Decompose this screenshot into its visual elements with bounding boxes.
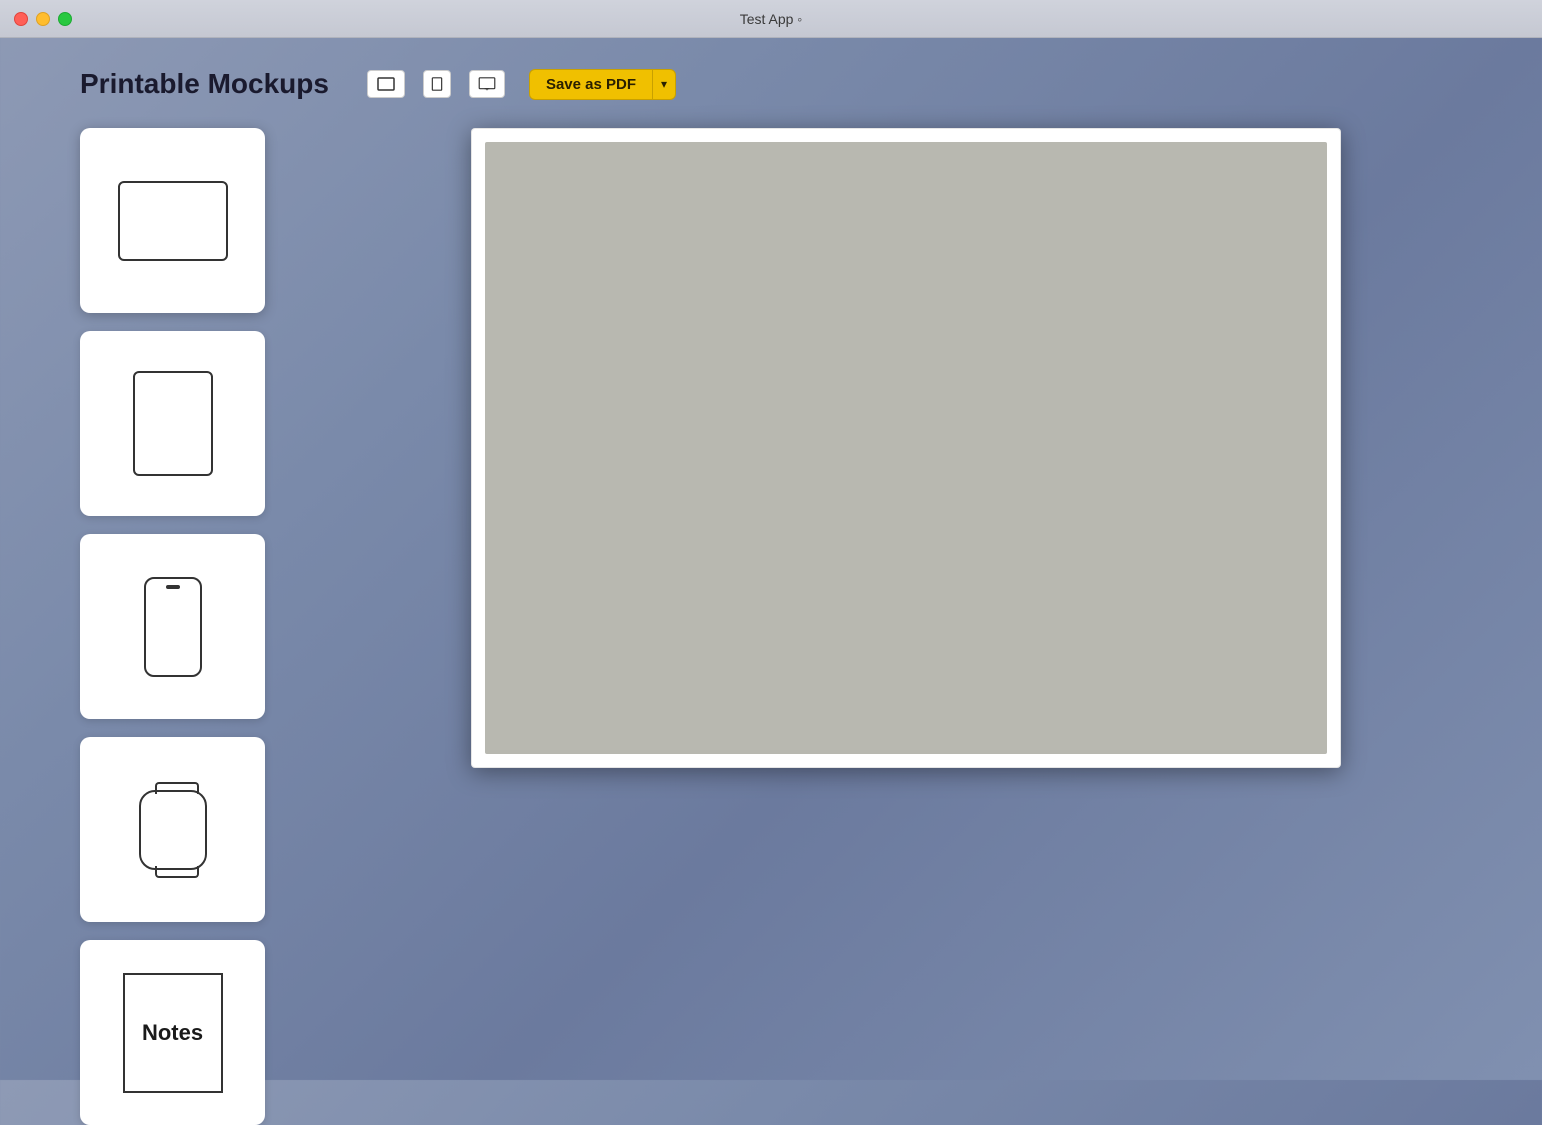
main-content: Printable Mockups Save as PDF ▾ [0, 38, 1542, 1080]
preview-canvas [485, 142, 1327, 754]
tablet-portrait-icon [133, 371, 213, 476]
sidebar-item-notes[interactable]: Notes [80, 940, 265, 1125]
save-pdf-dropdown-button[interactable]: ▾ [652, 69, 676, 100]
page-title: Printable Mockups [80, 68, 329, 100]
sidebar-item-phone[interactable] [80, 534, 265, 719]
close-button[interactable] [14, 12, 28, 26]
phone-icon [144, 577, 202, 677]
window-controls [14, 12, 72, 26]
preview-frame [471, 128, 1341, 768]
title-bar: Test App ◦ [0, 0, 1542, 38]
header-row: Printable Mockups Save as PDF ▾ [80, 68, 1502, 100]
sidebar-item-laptop-landscape[interactable] [80, 128, 265, 313]
sidebar: Notes [80, 128, 280, 1125]
save-pdf-button[interactable]: Save as PDF [529, 69, 652, 100]
body-row: Notes [80, 128, 1502, 1125]
maximize-button[interactable] [58, 12, 72, 26]
watch-container [139, 790, 207, 870]
sidebar-item-watch[interactable] [80, 737, 265, 922]
preview-area [310, 128, 1502, 1125]
notes-icon: Notes [123, 973, 223, 1093]
notes-label: Notes [142, 1020, 203, 1046]
landscape-icon [377, 77, 395, 91]
portrait-icon [428, 77, 446, 91]
landscape-view-button[interactable] [367, 70, 405, 98]
screen-icon [478, 77, 496, 91]
window-title: Test App ◦ [740, 11, 803, 27]
watch-icon [139, 790, 207, 870]
laptop-landscape-icon [118, 181, 228, 261]
portrait-view-button[interactable] [423, 70, 451, 98]
save-pdf-container: Save as PDF ▾ [529, 69, 676, 100]
minimize-button[interactable] [36, 12, 50, 26]
screen-view-button[interactable] [469, 70, 505, 98]
sidebar-item-tablet-portrait[interactable] [80, 331, 265, 516]
